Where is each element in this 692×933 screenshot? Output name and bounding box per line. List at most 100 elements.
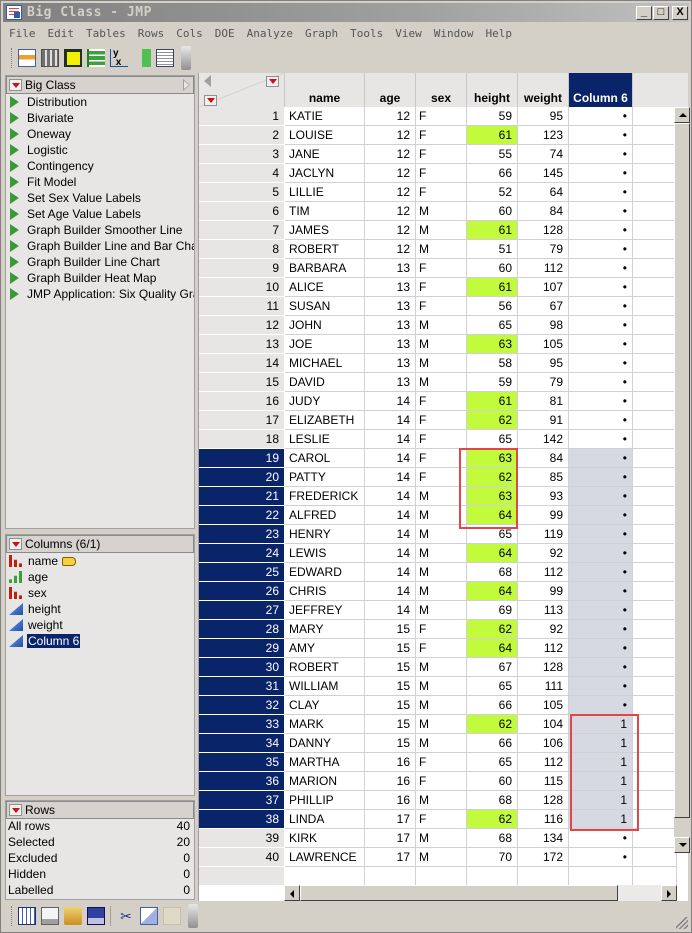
cell-sex[interactable]: M — [416, 791, 467, 810]
cell-height[interactable]: 64 — [467, 582, 518, 601]
row-number[interactable]: 31 — [199, 677, 285, 696]
run-script-icon[interactable] — [10, 208, 19, 220]
vertical-scrollbar[interactable] — [674, 107, 690, 853]
row-number[interactable]: 25 — [199, 563, 285, 582]
cell-sex[interactable]: F — [416, 107, 467, 126]
cell-column-6[interactable]: • — [569, 335, 633, 354]
row-number[interactable]: 13 — [199, 335, 285, 354]
table-row[interactable]: 37 PHILLIP 16 M 68 128 1 — [199, 791, 688, 810]
table-row[interactable]: 6 TIM 12 M 60 84 • — [199, 202, 688, 221]
cell-name[interactable]: HENRY — [285, 525, 365, 544]
cell-weight[interactable]: 93 — [518, 487, 569, 506]
cell-column-6[interactable]: • — [569, 544, 633, 563]
toolbar-overflow-chevron[interactable] — [181, 46, 191, 70]
cell-name[interactable]: PATTY — [285, 468, 365, 487]
row-number[interactable]: 9 — [199, 259, 285, 278]
cell-column-6[interactable]: • — [569, 449, 633, 468]
cell-name[interactable]: MARY — [285, 620, 365, 639]
cell-weight[interactable]: 145 — [518, 164, 569, 183]
table-script-item[interactable]: Graph Builder Heat Map — [6, 270, 194, 286]
cell-age[interactable]: 15 — [365, 715, 416, 734]
row-number[interactable]: 12 — [199, 316, 285, 335]
cell-age[interactable]: 15 — [365, 696, 416, 715]
table-row[interactable]: 33 MARK 15 M 62 104 1 — [199, 715, 688, 734]
cell-column-6[interactable]: • — [569, 240, 633, 259]
cell-height[interactable]: 62 — [467, 468, 518, 487]
cell-column-6[interactable]: • — [569, 202, 633, 221]
scroll-down-button[interactable] — [674, 837, 690, 853]
cell-name[interactable]: ROBERT — [285, 658, 365, 677]
cell-weight[interactable]: 99 — [518, 582, 569, 601]
row-number[interactable]: 17 — [199, 411, 285, 430]
cell-height[interactable]: 60 — [467, 202, 518, 221]
cell-column-6[interactable]: • — [569, 696, 633, 715]
table-script-item[interactable]: Set Sex Value Labels — [6, 190, 194, 206]
cell-age[interactable]: 14 — [365, 601, 416, 620]
cell-age[interactable]: 15 — [365, 734, 416, 753]
row-number[interactable]: 18 — [199, 430, 285, 449]
table-row[interactable]: 16 JUDY 14 F 61 81 • — [199, 392, 688, 411]
table-row[interactable]: 3 JANE 12 F 55 74 • — [199, 145, 688, 164]
cell-age[interactable]: 13 — [365, 278, 416, 297]
table-row[interactable]: 35 MARTHA 16 F 65 112 1 — [199, 753, 688, 772]
cell-weight[interactable]: 128 — [518, 221, 569, 240]
cell-column-6[interactable]: • — [569, 297, 633, 316]
column-header-height[interactable]: height — [467, 73, 518, 107]
row-number[interactable]: 7 — [199, 221, 285, 240]
cell-age[interactable]: 13 — [365, 259, 416, 278]
horizontal-scroll-thumb[interactable] — [300, 885, 618, 901]
cell-column-6[interactable]: • — [569, 620, 633, 639]
cell-height[interactable]: 67 — [467, 658, 518, 677]
table-script-item[interactable]: Graph Builder Line Chart — [6, 254, 194, 270]
column-header-name[interactable]: name — [285, 73, 365, 107]
cell-weight[interactable]: 113 — [518, 601, 569, 620]
oneway-bars-icon[interactable] — [87, 49, 105, 67]
row-number[interactable]: 33 — [199, 715, 285, 734]
cell-weight[interactable]: 112 — [518, 259, 569, 278]
minimize-button[interactable]: _ — [636, 6, 652, 20]
cell-name[interactable]: MARION — [285, 772, 365, 791]
cell-column-6[interactable]: • — [569, 582, 633, 601]
cell-column-6[interactable]: • — [569, 354, 633, 373]
cell-column-6[interactable]: • — [569, 259, 633, 278]
open-folder-icon[interactable] — [64, 907, 82, 925]
cell-column-6[interactable]: • — [569, 525, 633, 544]
column-list-item[interactable]: height — [6, 601, 194, 617]
run-script-icon[interactable] — [10, 192, 19, 204]
cell-sex[interactable]: M — [416, 829, 467, 848]
cell-name[interactable]: JOHN — [285, 316, 365, 335]
table-row[interactable]: 34 DANNY 15 M 66 106 1 — [199, 734, 688, 753]
table-row[interactable]: 39 KIRK 17 M 68 134 • — [199, 829, 688, 848]
column-list-item[interactable]: age — [6, 569, 194, 585]
cell-height[interactable]: 64 — [467, 544, 518, 563]
cell-weight[interactable]: 67 — [518, 297, 569, 316]
cell-weight[interactable]: 84 — [518, 449, 569, 468]
cell-weight[interactable]: 91 — [518, 411, 569, 430]
row-number[interactable]: 34 — [199, 734, 285, 753]
cell-name[interactable]: CAROL — [285, 449, 365, 468]
row-number[interactable]: 3 — [199, 145, 285, 164]
cell-age[interactable]: 12 — [365, 240, 416, 259]
row-number[interactable]: 1 — [199, 107, 285, 126]
menu-help[interactable]: Help — [479, 24, 518, 44]
cell-weight[interactable]: 92 — [518, 620, 569, 639]
cell-sex[interactable]: F — [416, 449, 467, 468]
new-table-icon[interactable] — [18, 907, 36, 925]
cell-weight[interactable]: 79 — [518, 373, 569, 392]
cell-name[interactable]: EDWARD — [285, 563, 365, 582]
cell-height[interactable]: 62 — [467, 620, 518, 639]
cell-age[interactable]: 14 — [365, 468, 416, 487]
table-script-item[interactable]: Bivariate — [6, 110, 194, 126]
table-panel-header[interactable]: Big Class — [6, 76, 194, 94]
run-script-icon[interactable] — [10, 288, 19, 300]
cell-sex[interactable]: F — [416, 430, 467, 449]
cell-weight[interactable]: 134 — [518, 829, 569, 848]
cell-weight[interactable]: 128 — [518, 791, 569, 810]
cell-weight[interactable]: 123 — [518, 126, 569, 145]
cell-height[interactable]: 63 — [467, 449, 518, 468]
run-script-icon[interactable] — [10, 160, 19, 172]
table-row[interactable]: 2 LOUISE 12 F 61 123 • — [199, 126, 688, 145]
cell-weight[interactable]: 95 — [518, 107, 569, 126]
new-data-table-icon[interactable] — [18, 49, 36, 67]
cell-age[interactable]: 12 — [365, 145, 416, 164]
